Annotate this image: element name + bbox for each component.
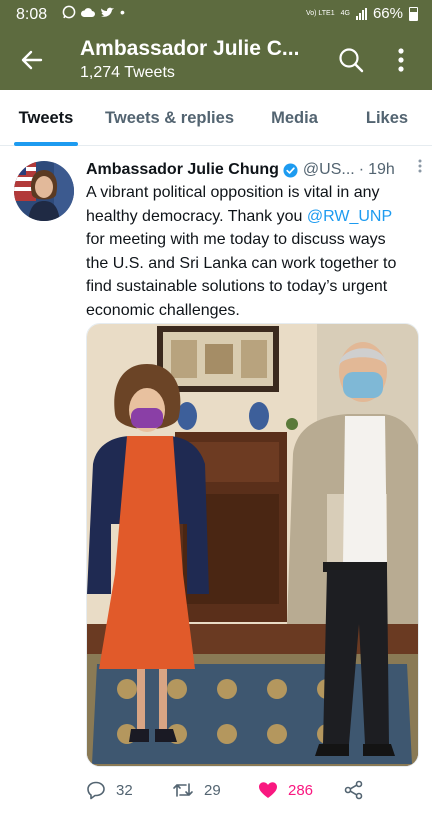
more-vertical-icon [398,48,404,72]
tweet-line: the U.S. and Sri Lanka can work together… [86,254,397,272]
tweet-line: find sustainable solutions to today’s ur… [86,278,388,296]
more-options-button[interactable] [386,42,416,78]
signal-icon [355,7,367,20]
tab-tweets-label: Tweets [18,108,74,127]
tab-likes-label: Likes [365,108,409,127]
tab-replies-label: Tweets & replies [105,108,234,127]
twitter-bird-icon [101,7,114,17]
mention-link[interactable]: @RW_UNP [307,208,392,225]
share-icon [344,780,363,800]
share-button[interactable] [344,775,364,805]
tweet-actions: 32 29 286 [86,775,422,805]
like-button[interactable]: 286 [258,775,313,805]
back-arrow-icon [21,50,43,70]
tweet-menu-button[interactable] [418,159,422,176]
notification-icons [62,5,115,19]
battery-icon [409,6,418,21]
reply-icon [87,781,105,800]
author-handle[interactable]: @US... [303,161,355,179]
verified-badge-icon [283,162,298,178]
heart-icon [259,782,277,798]
tweet-line-text: healthy democracy. Thank you [86,207,307,225]
battery-percent: 66% [372,5,403,22]
photo-illustration [87,324,418,766]
status-time: 8:08 [16,6,48,23]
author-avatar[interactable] [14,161,74,221]
status-right: Vo) LTE1 4G 66% [306,5,418,22]
cloud-icon [80,8,95,17]
tweet-line: for meeting with me today to discuss way… [86,231,386,249]
search-button[interactable] [333,42,369,78]
tweet-count: 1,274 Tweets [80,64,175,81]
tab-media-label: Media [271,108,318,127]
tweet-line: economic challenges. [86,301,240,319]
tweet-line: healthy democracy. Thank you @RW_UNP [86,205,422,229]
tab-media[interactable]: Media [247,90,342,146]
retweet-count: 29 [204,781,221,799]
more-vertical-icon [418,159,422,173]
tab-likes[interactable]: Likes [342,90,432,146]
retweet-button[interactable]: 29 [172,775,221,805]
search-icon [339,48,364,73]
notification-dot: • [120,4,125,20]
avatar-photo [14,161,74,221]
network-type: 4G [340,9,350,17]
tweet-header: Ambassador Julie Chung @US... · 19h [86,159,422,181]
profile-tabs: Tweets Tweets & replies Media Likes [0,90,432,146]
like-count: 286 [288,781,314,799]
tweet-text: A vibrant political opposition is vital … [86,181,422,323]
tab-tweets[interactable]: Tweets [0,90,92,146]
status-bar: 8:08 • Vo) LTE1 4G 66% [0,0,432,30]
meta-separator: · [358,161,365,178]
whatsapp-icon [62,5,76,19]
author-name[interactable]: Ambassador Julie Chung [86,161,279,179]
reply-button[interactable]: 32 [86,775,133,805]
tab-tweets-and-replies[interactable]: Tweets & replies [92,90,247,146]
active-tab-indicator [14,142,78,146]
tweet-timestamp[interactable]: 19h [368,161,395,179]
reply-count: 32 [116,781,133,799]
tweet-photo[interactable] [86,323,419,767]
volte-indicator: Vo) LTE1 [305,9,335,17]
tweet[interactable]: Ambassador Julie Chung @US... · 19h A vi… [0,147,432,814]
profile-header: Ambassador Julie C... 1,274 Tweets [0,30,432,90]
tweet-line: A vibrant political opposition is vital … [86,184,380,201]
retweet-icon [173,783,193,797]
profile-name-title: Ambassador Julie C... [80,37,300,60]
back-button[interactable] [14,42,50,78]
